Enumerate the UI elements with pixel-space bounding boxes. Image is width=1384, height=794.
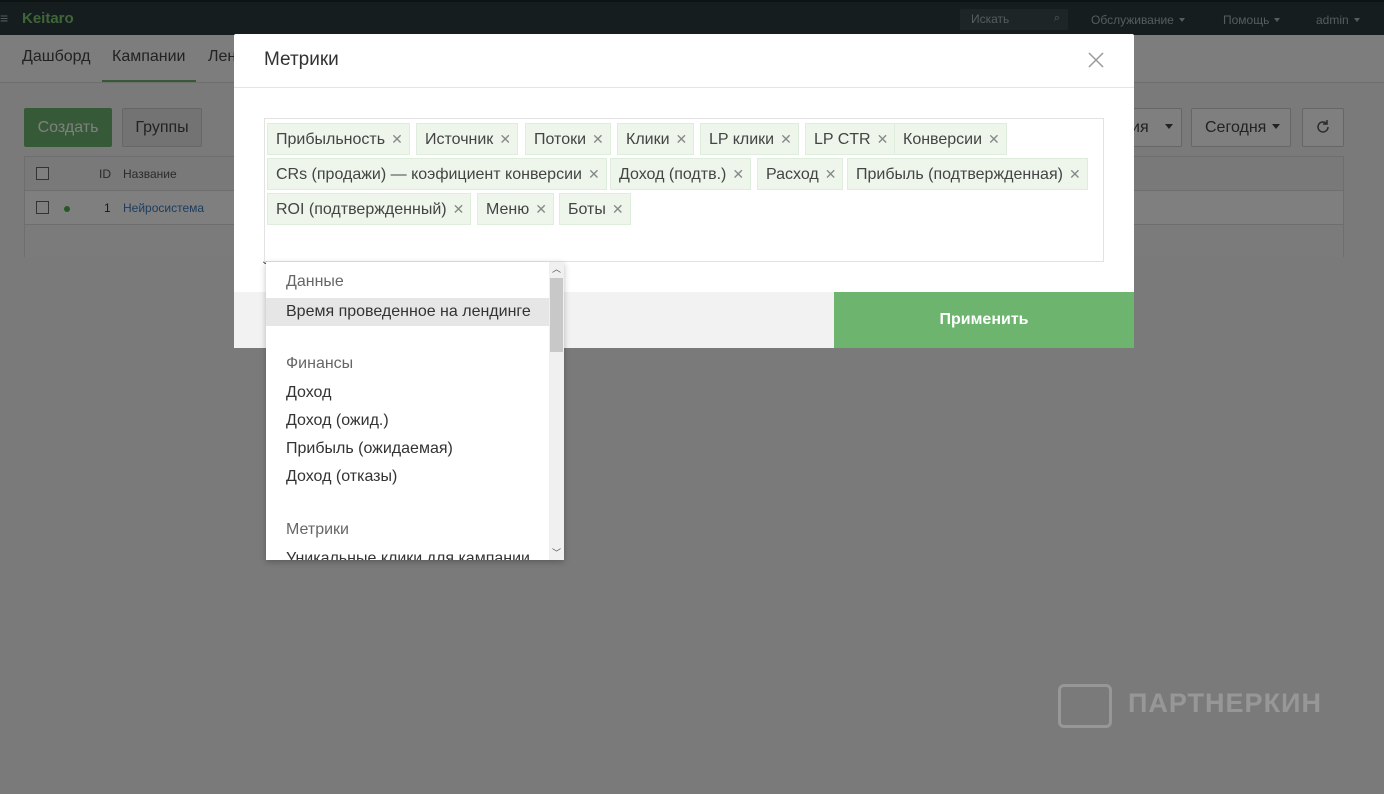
remove-tag-icon[interactable]: ✕ xyxy=(988,131,1000,147)
metric-tag: Меню ✕ xyxy=(477,193,554,225)
watermark-text: ПАРТНЕРКИН xyxy=(1128,688,1322,718)
dropdown-option[interactable]: Прибыль (ожидаемая) xyxy=(266,435,549,463)
scrollbar-thumb[interactable] xyxy=(550,278,563,352)
metrics-dropdown-list[interactable]: Данные Время проведенное на лендинге Фин… xyxy=(266,262,564,560)
dropdown-scrollbar[interactable]: ︿ ﹀ xyxy=(549,262,564,560)
metric-tag: ROI (подтвержденный) ✕ xyxy=(267,193,472,225)
metric-tag-label: Прибыль (подтвержденная) xyxy=(856,166,1063,183)
metric-tag: Прибыльность ✕ xyxy=(267,123,410,155)
remove-tag-icon[interactable]: ✕ xyxy=(391,131,403,147)
metric-tag-label: LP клики xyxy=(709,131,775,148)
remove-tag-icon[interactable]: ✕ xyxy=(676,131,688,147)
dropdown-option[interactable]: Время проведенное на лендинге xyxy=(266,298,549,326)
remove-tag-icon[interactable]: ✕ xyxy=(499,131,511,147)
metric-tag-label: LP CTR xyxy=(814,131,871,148)
modal-title: Метрики xyxy=(264,49,339,70)
metric-tag: LP клики ✕ xyxy=(700,123,799,155)
metric-tag: Потоки ✕ xyxy=(525,123,611,155)
metric-tag-label: Потоки xyxy=(534,131,587,148)
dropdown-option[interactable]: Доход (ожид.) xyxy=(266,407,549,435)
metric-tag-label: Прибыльность xyxy=(276,131,386,148)
scroll-up-icon[interactable]: ︿ xyxy=(552,265,561,274)
metric-tag-label: CRs (продажи) — коэфициент конверсии xyxy=(276,166,582,183)
metric-tag-label: Меню xyxy=(486,201,530,218)
remove-tag-icon[interactable]: ✕ xyxy=(535,201,547,217)
metrics-tag-input[interactable]: Прибыльность ✕ Источник ✕ Потоки ✕ Клики ✕ L… xyxy=(264,118,1104,262)
metric-tag: Клики ✕ xyxy=(617,123,695,155)
metric-tag-label: Конверсии xyxy=(903,131,983,148)
metric-tag: CRs (продажи) — коэфициент конверсии ✕ xyxy=(267,158,607,190)
metric-tag: Доход (подтв.) ✕ xyxy=(610,158,752,190)
remove-tag-icon[interactable]: ✕ xyxy=(825,166,837,182)
scroll-down-icon[interactable]: ﹀ xyxy=(552,549,561,558)
metric-tag: LP CTR ✕ xyxy=(805,123,896,155)
remove-tag-icon[interactable]: ✕ xyxy=(612,201,624,217)
metric-tag: Конверсии ✕ xyxy=(894,123,1007,155)
metric-tag: Источник ✕ xyxy=(416,123,519,155)
remove-tag-icon[interactable]: ✕ xyxy=(780,131,792,147)
metric-tag-label: Боты xyxy=(568,201,606,218)
dropdown-option[interactable]: Доход xyxy=(266,379,549,407)
metric-tag-label: ROI (подтвержденный) xyxy=(276,201,447,218)
option-group-label: Метрики xyxy=(286,521,349,538)
remove-tag-icon[interactable]: ✕ xyxy=(588,166,600,182)
metric-tag: Расход ✕ xyxy=(757,158,844,190)
apply-button[interactable]: Применить xyxy=(834,292,1134,348)
remove-tag-icon[interactable]: ✕ xyxy=(877,131,889,147)
remove-tag-icon[interactable]: ✕ xyxy=(453,201,465,217)
metric-tag-label: Клики xyxy=(626,131,670,148)
metric-tag-label: Расход xyxy=(766,166,819,183)
metric-tag-label: Источник xyxy=(425,131,494,148)
option-group-label: Финансы xyxy=(286,355,354,372)
metric-tag: Боты ✕ xyxy=(559,193,631,225)
dropdown-option[interactable]: Уникальные клики для кампании xyxy=(266,545,549,560)
close-icon[interactable] xyxy=(1087,51,1105,69)
remove-tag-icon[interactable]: ✕ xyxy=(592,131,604,147)
metric-tag: Прибыль (подтвержденная) ✕ xyxy=(847,158,1088,190)
option-group-label: Данные xyxy=(286,273,344,290)
remove-tag-icon[interactable]: ✕ xyxy=(1069,166,1081,182)
metric-tag-label: Доход (подтв.) xyxy=(619,166,727,183)
watermark-logo-icon xyxy=(1058,684,1112,728)
dropdown-option[interactable]: Доход (отказы) xyxy=(266,463,549,491)
modal-header: Метрики xyxy=(234,34,1134,88)
remove-tag-icon[interactable]: ✕ xyxy=(732,166,744,182)
